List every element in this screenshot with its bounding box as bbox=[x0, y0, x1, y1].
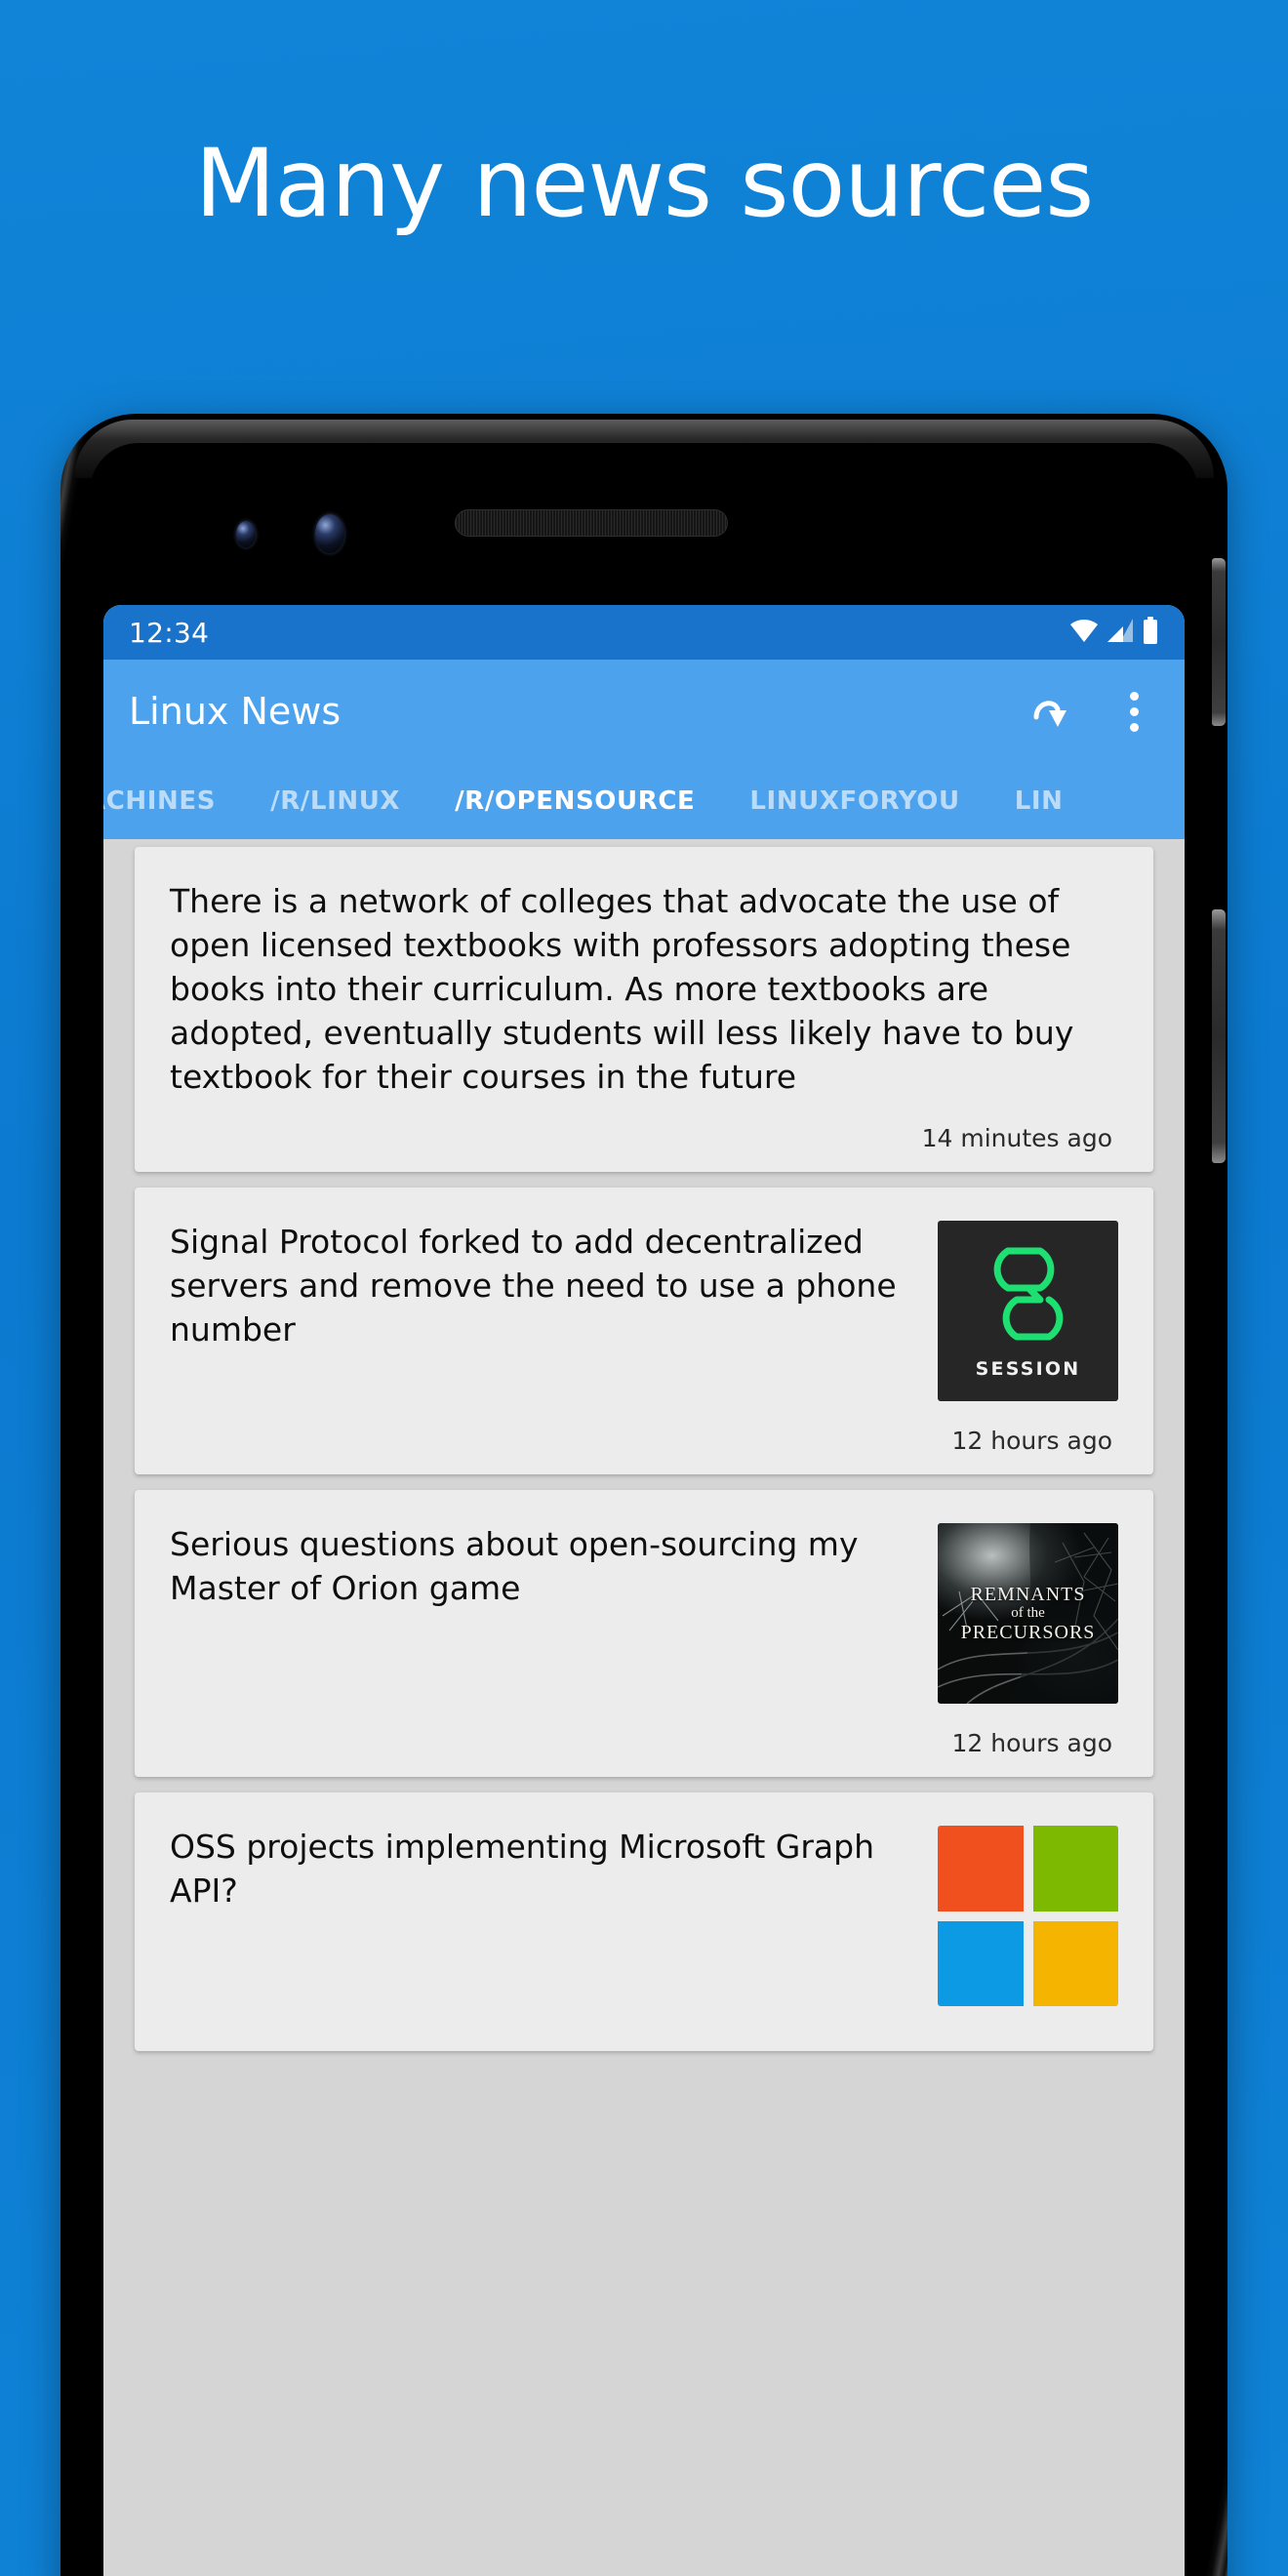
news-card[interactable]: Signal Protocol forked to add decentrali… bbox=[135, 1187, 1153, 1475]
news-card-body: OSS projects implementing Microsoft Grap… bbox=[170, 1826, 1118, 2007]
power-button[interactable] bbox=[1212, 558, 1226, 726]
overflow-dots bbox=[1129, 691, 1139, 732]
news-card-body: There is a network of colleges that advo… bbox=[170, 880, 1118, 1099]
session-s-icon bbox=[993, 1247, 1063, 1341]
microsoft-square-green bbox=[1032, 1826, 1118, 1912]
app-bar: Linux News bbox=[103, 660, 1185, 763]
remnants-title-text: REMNANTS of the PRECURSORS bbox=[938, 1584, 1118, 1644]
wifi-icon bbox=[1069, 618, 1099, 648]
session-wordmark: SESSION bbox=[975, 1357, 1081, 1380]
news-card-body: Signal Protocol forked to add decentrali… bbox=[170, 1221, 1118, 1402]
remnants-of-the-precursors-thumbnail: REMNANTS of the PRECURSORS bbox=[938, 1523, 1118, 1705]
remnants-line-3: PRECURSORS bbox=[960, 1622, 1096, 1644]
news-card-timestamp: 12 hours ago bbox=[951, 1427, 1112, 1456]
news-card-list[interactable]: There is a network of colleges that advo… bbox=[103, 839, 1185, 2576]
news-card-timestamp: 14 minutes ago bbox=[921, 1124, 1112, 1153]
microsoft-square-blue bbox=[938, 1920, 1024, 2007]
microsoft-logo-thumbnail bbox=[938, 1826, 1118, 2007]
refresh-icon[interactable] bbox=[1025, 686, 1075, 737]
page-title: Many news sources bbox=[194, 129, 1095, 238]
news-card[interactable]: There is a network of colleges that advo… bbox=[135, 847, 1153, 1173]
front-camera-left-icon bbox=[236, 521, 256, 547]
status-bar-clock: 12:34 bbox=[129, 616, 210, 649]
tab-linuxforyou[interactable]: LINUXFORYOU bbox=[722, 786, 986, 816]
tab-r-opensource[interactable]: /R/OPENSOURCE bbox=[427, 786, 722, 816]
earpiece-speaker-grille bbox=[455, 509, 728, 537]
news-card-title: Signal Protocol forked to add decentrali… bbox=[170, 1223, 897, 1349]
remnants-line-2: of the bbox=[1011, 1605, 1045, 1622]
battery-icon bbox=[1142, 616, 1159, 649]
news-card-body: Serious questions about open-sourcing my… bbox=[170, 1523, 1118, 1705]
news-card[interactable]: Serious questions about open-sourcing my… bbox=[135, 1490, 1153, 1778]
front-camera-right-icon bbox=[315, 514, 344, 553]
remnants-line-1: REMNANTS bbox=[970, 1584, 1086, 1606]
app-bar-title: Linux News bbox=[129, 690, 342, 733]
cell-signal-icon bbox=[1107, 618, 1134, 648]
volume-rocker-button[interactable] bbox=[1212, 909, 1226, 1163]
phone-screen: 12:34 Linux News CHINES /R/LINUX /R/OPEN… bbox=[90, 443, 1198, 2576]
news-card-title: Serious questions about open-sourcing my… bbox=[170, 1525, 859, 1608]
status-bar: 12:34 bbox=[103, 605, 1185, 660]
tab-achines[interactable]: ACHINES bbox=[103, 786, 243, 816]
app-window: 12:34 Linux News CHINES /R/LINUX /R/OPEN… bbox=[103, 605, 1185, 2576]
tab-lin[interactable]: LIN bbox=[987, 786, 1091, 816]
phone-device-frame: 12:34 Linux News CHINES /R/LINUX /R/OPEN… bbox=[60, 414, 1228, 2576]
session-logo-thumbnail: SESSION bbox=[938, 1221, 1118, 1402]
news-card-timestamp: 12 hours ago bbox=[951, 1729, 1112, 1758]
tab-bar[interactable]: ACHINES /R/LINUX /R/OPENSOURCE LINUXFORY… bbox=[103, 763, 1185, 839]
microsoft-square-yellow bbox=[1032, 1920, 1118, 2007]
app-bar-actions bbox=[1025, 686, 1159, 737]
news-card[interactable]: OSS projects implementing Microsoft Grap… bbox=[135, 1792, 1153, 2052]
microsoft-square-red bbox=[938, 1826, 1024, 1912]
overflow-menu-icon[interactable] bbox=[1108, 686, 1159, 737]
news-card-title: OSS projects implementing Microsoft Grap… bbox=[170, 1828, 875, 1911]
tab-r-linux[interactable]: /R/LINUX bbox=[243, 786, 427, 816]
status-bar-icons bbox=[1069, 616, 1159, 649]
news-card-title: There is a network of colleges that advo… bbox=[170, 882, 1074, 1096]
